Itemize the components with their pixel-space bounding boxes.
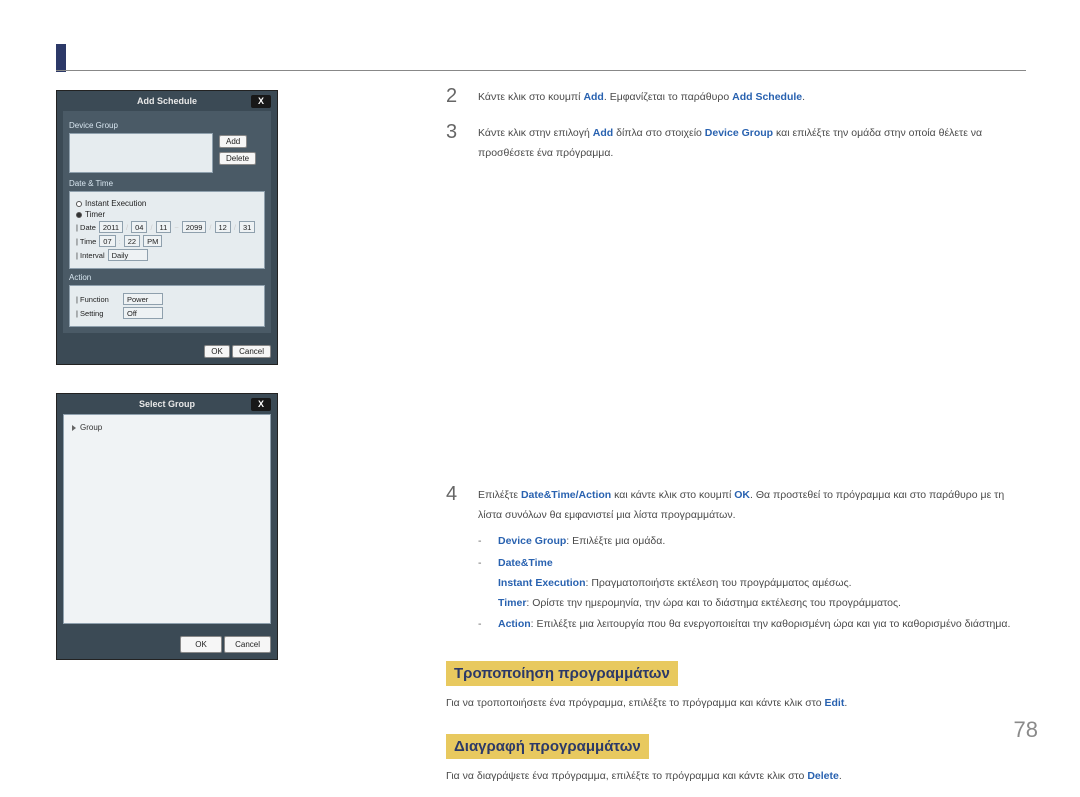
timer-option[interactable]: Timer [85,210,105,219]
time-ampm[interactable]: PM [143,235,162,247]
dialog-body: Device Group Add Delete Date & Time Inst… [63,111,271,333]
radio-icon[interactable] [76,201,82,207]
cancel-button[interactable]: Cancel [224,636,271,653]
header-rule [56,70,1026,71]
text: Επιλέξτε [478,489,521,501]
date-month2[interactable]: 12 [215,221,231,233]
header-mark [56,44,66,72]
group-tree[interactable]: Group [63,414,271,624]
add-schedule-dialog: Add Schedule X Device Group Add Delete D… [56,90,278,365]
keyword-timer: Timer [498,597,526,609]
dialog-title-text: Select Group [139,399,195,409]
text: Κάντε κλικ στην επιλογή [478,127,593,139]
close-icon[interactable]: X [251,95,271,108]
keyword-add: Add [593,127,613,139]
date-month[interactable]: 04 [131,221,147,233]
dialog-title: Add Schedule X [57,91,277,111]
keyword-instant-execution: Instant Execution [498,577,586,589]
dialog-title-text: Add Schedule [137,96,197,106]
date-year2[interactable]: 2099 [182,221,207,233]
ok-button[interactable]: OK [180,636,222,653]
paragraph-modify: Για να τροποποιήσετε ένα πρόγραμμα, επιλ… [446,694,1026,714]
text: Κάντε κλικ στο κουμπί [478,91,583,103]
page-number: 78 [1014,717,1038,743]
add-button[interactable]: Add [219,135,247,148]
ok-button[interactable]: OK [204,345,230,358]
radio-icon[interactable] [76,212,82,218]
dash-icon: - [478,532,488,552]
screenshot-column: Add Schedule X Device Group Add Delete D… [56,90,278,688]
text: : Επιλέξτε μια λειτουργία που θα ενεργοπ… [531,618,1011,630]
keyword-delete: Delete [807,770,839,782]
text: . Εμφανίζεται το παράθυρο [604,91,732,103]
keyword-ok: OK [734,489,750,501]
device-group-label: Device Group [69,121,265,130]
step-2: 2 Κάντε κλικ στο κουμπί Add. Εμφανίζεται… [446,86,1026,108]
date-year[interactable]: 2011 [99,221,123,233]
group-item[interactable]: Group [80,423,102,432]
text: : Πραγματοποιήστε εκτέλεση του προγράμμα… [586,577,852,589]
paragraph-delete: Για να διαγράψετε ένα πρόγραμμα, επιλέξτ… [446,767,1026,787]
text: δίπλα στο στοιχείο [613,127,705,139]
dash-icon: - [478,615,488,635]
step-text: Κάντε κλικ στην επιλογή Add δίπλα στο στ… [478,122,1026,164]
setting-label: | Setting [76,309,120,318]
text: : Επιλέξτε μια ομάδα. [566,535,665,547]
action-label: Action [69,273,265,282]
select-group-dialog: Select Group X Group OK Cancel [56,393,278,660]
step-number: 4 [446,484,460,504]
keyword-action: Action [498,618,531,630]
text: . [839,770,842,782]
step-4: 4 Επιλέξτε Date&Time/Action και κάντε κλ… [446,484,1026,638]
step-3: 3 Κάντε κλικ στην επιλογή Add δίπλα στο … [446,122,1026,164]
text: . [844,697,847,709]
heading-delete: Διαγραφή προγραμμάτων [446,734,649,759]
step-text: Επιλέξτε Date&Time/Action και κάντε κλικ… [478,484,1026,638]
keyword-add: Add [583,91,603,103]
dialog-title: Select Group X [57,394,277,414]
datetime-label: Date & Time [69,179,265,188]
function-label: | Function [76,295,120,304]
time-label: | Time [76,237,96,246]
interval-select[interactable]: Daily [108,249,148,261]
main-content: 2 Κάντε κλικ στο κουμπί Add. Εμφανίζεται… [446,86,1026,797]
step-number: 2 [446,86,460,106]
heading-modify: Τροποποίηση προγραμμάτων [446,661,678,686]
delete-button[interactable]: Delete [219,152,256,165]
dash-icon: - [478,554,488,614]
time-min[interactable]: 22 [124,235,140,247]
text: Για να τροποποιήσετε ένα πρόγραμμα, επιλ… [446,697,824,709]
sublist: - Device Group: Επιλέξτε μια ομάδα. - Da… [478,532,1026,636]
text: . [802,91,805,103]
text: Για να διαγράψετε ένα πρόγραμμα, επιλέξτ… [446,770,807,782]
interval-label: | Interval [76,251,105,260]
text: και κάντε κλικ στο κουμπί [611,489,734,501]
keyword-device-group: Device Group [705,127,773,139]
close-icon[interactable]: X [251,398,271,411]
setting-select[interactable]: Off [123,307,163,319]
cancel-button[interactable]: Cancel [232,345,271,358]
step-text: Κάντε κλικ στο κουμπί Add. Εμφανίζεται τ… [478,86,1026,108]
time-hour[interactable]: 07 [99,235,115,247]
step-number: 3 [446,122,460,142]
instant-execution-option[interactable]: Instant Execution [85,199,146,208]
keyword-add-schedule: Add Schedule [732,91,802,103]
keyword-datetime: Date&Time [498,557,553,569]
keyword-datetime-action: Date&Time/Action [521,489,611,501]
function-select[interactable]: Power [123,293,163,305]
date-label: | Date [76,223,96,232]
date-day2[interactable]: 31 [239,221,255,233]
keyword-device-group: Device Group [498,535,566,547]
expand-icon[interactable] [72,425,76,431]
keyword-edit: Edit [824,697,844,709]
text: : Ορίστε την ημερομηνία, την ώρα και το … [526,597,901,609]
device-group-list[interactable] [69,133,213,173]
date-day[interactable]: 11 [156,221,172,233]
